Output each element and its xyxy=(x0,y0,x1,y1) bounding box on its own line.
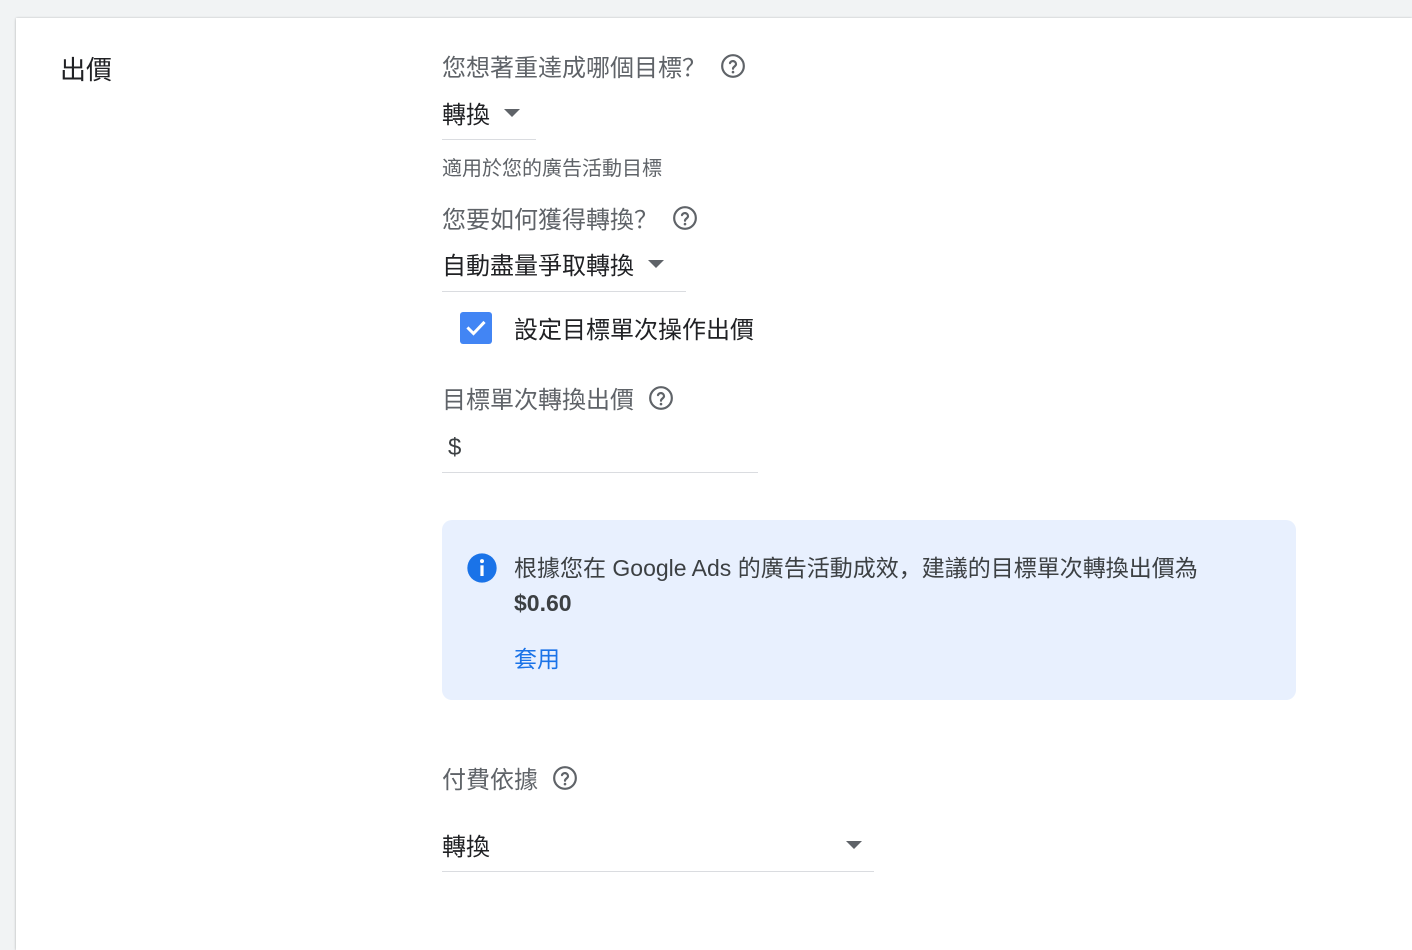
pay-for-dropdown[interactable]: 轉換 xyxy=(442,818,874,872)
help-icon[interactable] xyxy=(720,53,746,79)
target-cpa-input-field[interactable]: $ xyxy=(442,424,778,473)
checkmark-icon xyxy=(466,320,486,336)
info-icon xyxy=(466,552,498,584)
target-cpa-input[interactable] xyxy=(467,433,778,463)
goal-question: 您想著重達成哪個目標？ xyxy=(442,48,746,83)
goal-dropdown-value: 轉換 xyxy=(442,102,490,129)
dropdown-arrow-icon xyxy=(846,840,862,849)
target-cpa-checkbox-label: 設定目標單次操作出價 xyxy=(514,317,754,344)
method-dropdown[interactable]: 自動盡量爭取轉換 xyxy=(442,240,686,292)
recommendation-box: 根據您在 Google Ads 的廣告活動成效，建議的目標單次轉換出價為 $0.… xyxy=(442,520,1296,700)
help-icon[interactable] xyxy=(672,205,698,231)
pay-for-dropdown-value: 轉換 xyxy=(442,834,490,861)
goal-question-label: 您想著重達成哪個目標？ xyxy=(442,55,706,82)
bidding-card: 出價 您想著重達成哪個目標？ 轉換 適用於您的廣告活動目標 您要如何獲得轉換？ … xyxy=(16,18,1412,950)
target-cpa-question: 目標單次轉換出價 xyxy=(442,380,674,415)
target-cpa-checkbox-row[interactable]: 設定目標單次操作出價 xyxy=(460,310,754,345)
method-question-label: 您要如何獲得轉換？ xyxy=(442,207,658,234)
recommended-amount: $0.60 xyxy=(514,590,572,616)
target-cpa-checkbox[interactable] xyxy=(460,311,492,344)
goal-dropdown[interactable]: 轉換 xyxy=(442,90,536,140)
target-cpa-label: 目標單次轉換出價 xyxy=(442,387,634,414)
recommendation-text: 根據您在 Google Ads 的廣告活動成效，建議的目標單次轉換出價為 xyxy=(514,555,1198,581)
dropdown-arrow-icon xyxy=(648,259,664,268)
goal-helper-text: 適用於您的廣告活動目標 xyxy=(442,158,662,180)
pay-for-label: 付費依據 xyxy=(442,767,538,794)
apply-link[interactable]: 套用 xyxy=(514,640,560,674)
method-question: 您要如何獲得轉換？ xyxy=(442,200,698,235)
method-dropdown-value: 自動盡量爭取轉換 xyxy=(442,253,634,280)
currency-symbol: $ xyxy=(448,434,462,461)
pay-for-question: 付費依據 xyxy=(442,760,578,795)
section-title: 出價 xyxy=(60,55,113,85)
dropdown-arrow-icon xyxy=(504,108,520,117)
help-icon[interactable] xyxy=(648,385,674,411)
help-icon[interactable] xyxy=(552,765,578,791)
